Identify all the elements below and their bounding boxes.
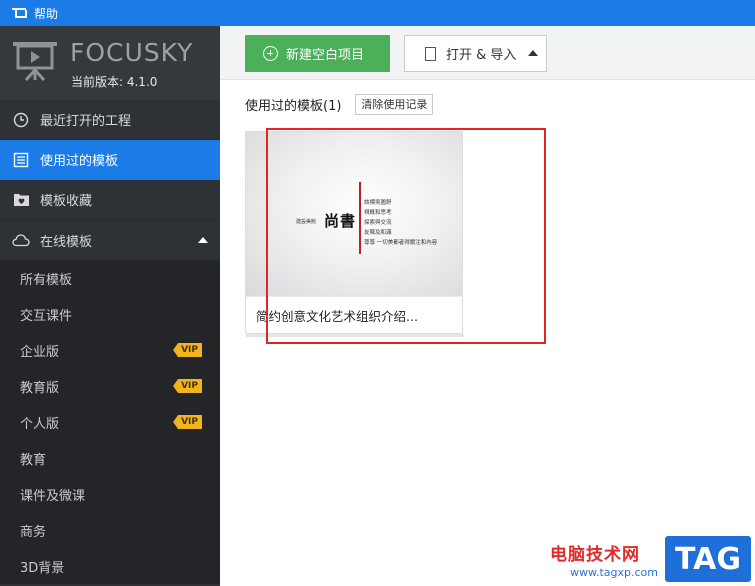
easel-logo-icon [13,42,57,82]
new-blank-project-button[interactable]: 新建空白项目 [245,35,390,72]
document-icon [425,46,436,61]
category-interactive[interactable]: 交互课件 [0,296,220,332]
template-card[interactable]: 建設美館 尚書 該標吳圖舒 視概和思考 探索與交流 友陳及和滿 尊尊 一切美都者… [245,131,464,337]
watermark-tag-logo: TAG [665,536,751,582]
sidebar-item-favorites[interactable]: 模板收藏 [0,180,220,220]
category-all[interactable]: 所有模板 [0,260,220,296]
thumb-title: 尚書 [324,212,357,230]
sidebar-item-label: 最近打开的工程 [40,114,132,129]
category-enterprise[interactable]: 企业版 VIP [0,332,220,368]
category-label: 个人版 [20,416,60,432]
watermark-site-name: 电脑技术网 [550,545,640,565]
brand-header: FOCUSKY 当前版本: 4.1.0 [0,26,220,100]
category-label: 所有模板 [20,272,73,288]
heart-folder-icon [12,191,30,209]
vip-badge: VIP [173,415,202,429]
section-header: 使用过的模板(1) 清除使用记录 [245,94,434,115]
category-business[interactable]: 商务 [0,512,220,548]
collapse-caret-icon[interactable] [198,237,208,243]
new-button-label: 新建空白项目 [286,48,365,63]
thumb-line: 該標吳圖舒 [364,200,392,206]
category-3d-background[interactable]: 3D背景 [0,548,220,584]
sidebar-item-label: 在线模板 [40,234,93,250]
category-label: 企业版 [20,344,60,360]
category-education-edition[interactable]: 教育版 VIP [0,368,220,404]
watermark: 电脑技术网 www.tagxp.com TAG [550,536,755,586]
sidebar-item-label: 模板收藏 [40,194,93,209]
clear-history-button[interactable]: 清除使用记录 [355,94,434,115]
category-label: 课件及微课 [20,488,86,504]
menu-bar: 帮助 [0,0,755,26]
category-label: 教育 [20,452,47,468]
thumb-line: 探索與交流 [364,220,392,226]
toolbar: 新建空白项目 打开 & 导入 [220,26,755,80]
thumb-line: 視概和思考 [364,210,392,216]
plus-circle-icon [263,46,278,61]
category-courseware[interactable]: 课件及微课 [0,476,220,512]
vip-badge: VIP [173,379,202,393]
cloud-icon [12,231,30,249]
section-title: 使用过的模板(1) [245,99,342,114]
sidebar-item-recent[interactable]: 最近打开的工程 [0,100,220,140]
version-label: 当前版本: 4.1.0 [71,75,158,89]
category-label: 交互课件 [20,308,73,324]
thumb-text-lines: 該標吳圖舒 視概和思考 探索與交流 友陳及和滿 尊尊 一切美都者得關注和內容 [364,198,437,248]
list-icon [12,151,30,169]
template-caption: 简约创意文化艺术组织介绍... [246,296,462,333]
category-personal[interactable]: 个人版 VIP [0,404,220,440]
thumb-small-text: 建設美館 [296,219,317,225]
help-icon[interactable] [12,7,27,19]
caret-up-icon [528,50,538,56]
open-import-button[interactable]: 打开 & 导入 [404,35,547,72]
template-thumbnail[interactable]: 建設美館 尚書 該標吳圖舒 視概和思考 探索與交流 友陳及和滿 尊尊 一切美都者… [246,132,462,296]
category-label: 3D背景 [20,560,65,576]
vip-badge: VIP [173,343,202,357]
main-panel: 新建空白项目 打开 & 导入 使用过的模板(1) 清除使用记录 建設美館 尚書 … [220,26,755,586]
sidebar-item-label: 使用过的模板 [40,154,119,169]
thumb-line: 友陳及和滿 [364,230,392,236]
sidebar: FOCUSKY 当前版本: 4.1.0 最近打开的工程 使用过的模板 模板收藏 … [0,26,220,586]
open-button-label: 打开 & 导入 [446,48,517,63]
category-education[interactable]: 教育 [0,440,220,476]
sidebar-item-used-templates[interactable]: 使用过的模板 [0,140,220,180]
thumb-line: 尊尊 一切美都者得關注和內容 [364,240,438,246]
category-label: 商务 [20,524,47,540]
sidebar-item-online-templates[interactable]: 在线模板 [0,220,220,260]
logo-text: FOCUSKY [70,38,194,67]
clock-icon [12,111,30,129]
watermark-url: www.tagxp.com [570,566,658,579]
category-label: 教育版 [20,380,60,396]
online-template-categories: 所有模板 交互课件 企业版 VIP 教育版 VIP 个人版 VIP 教育 课件及微课 … [0,260,220,584]
thumb-red-divider [359,182,361,254]
card-shadow-line [246,334,464,337]
help-menu[interactable]: 帮助 [34,5,58,22]
